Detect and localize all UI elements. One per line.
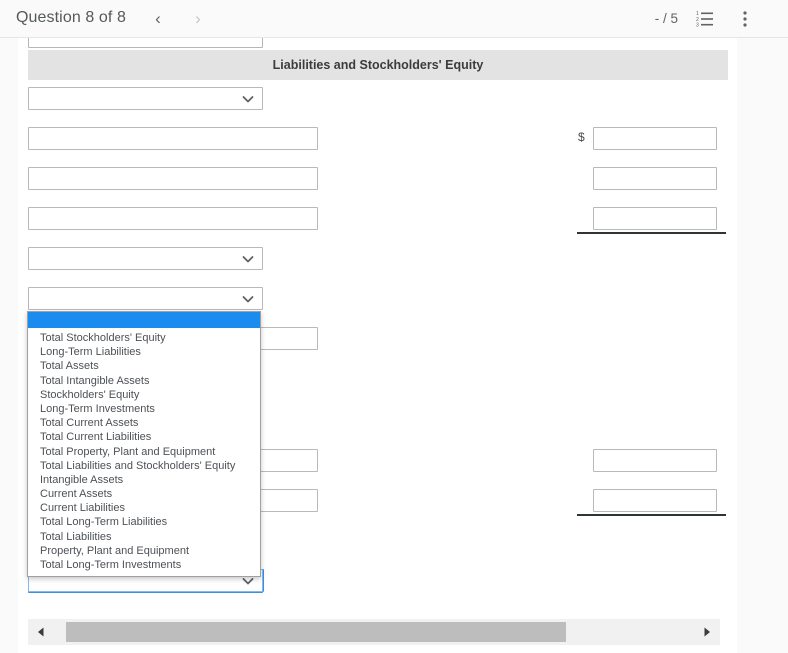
more-vertical-icon[interactable] [733,7,757,31]
amount-input-4[interactable] [593,449,717,472]
chevron-down-icon [241,292,255,306]
svg-text:3: 3 [696,23,699,29]
amount-input-3[interactable] [593,207,717,230]
question-page: Question 8 of 8 ‹ › - / 5 1 2 3 Liabilit… [0,0,788,653]
score-display: - / 5 [654,11,678,26]
dropdown-pad-bottom [28,572,260,576]
chevron-down-icon [241,92,255,106]
dropdown-option[interactable]: Long-Term Liabilities [28,345,260,359]
account-select-open[interactable] [28,287,263,310]
dropdown-option[interactable]: Current Liabilities [28,501,260,515]
account-label-input-3[interactable] [28,207,318,230]
account-dropdown-list[interactable]: Total Stockholders' Equity Long-Term Lia… [27,311,261,578]
amount-input-5[interactable] [593,489,717,512]
balance-sheet-form: Liabilities and Stockholders' Equity $ T… [18,38,737,653]
page-title: Question 8 of 8 [16,9,127,26]
account-select-1[interactable] [28,87,263,110]
dropdown-option[interactable]: Total Intangible Assets [28,374,260,388]
account-label-input-2[interactable] [28,167,318,190]
dropdown-option[interactable]: Total Current Liabilities [28,430,260,444]
chevron-down-icon [241,252,255,266]
dropdown-option[interactable]: Total Liabilities [28,530,260,544]
dropdown-option[interactable]: Property, Plant and Equipment [28,544,260,558]
amount-input-2[interactable] [593,167,717,190]
dropdown-option[interactable]: Intangible Assets [28,473,260,487]
account-select-2[interactable] [28,247,263,270]
total-rule-1 [577,232,726,234]
amount-input-1[interactable] [593,127,717,150]
account-label-input-1[interactable] [28,127,318,150]
dropdown-option[interactable]: Stockholders' Equity [28,388,260,402]
dropdown-option[interactable]: Total Liabilities and Stockholders' Equi… [28,459,260,473]
dropdown-option[interactable]: Total Assets [28,359,260,373]
scrollbar-thumb[interactable] [66,622,566,642]
previous-question-button[interactable]: ‹ [146,7,170,31]
section-header: Liabilities and Stockholders' Equity [28,50,728,80]
dropdown-option-blank[interactable] [28,312,260,328]
dollar-sign: $ [578,130,585,144]
top-bar: Question 8 of 8 ‹ › - / 5 1 2 3 [0,0,788,38]
dropdown-option[interactable]: Total Current Assets [28,416,260,430]
dropdown-option[interactable]: Total Long-Term Investments [28,558,260,572]
scroll-left-arrow-icon[interactable] [28,619,54,645]
sheet-bottom-edge [18,648,737,653]
numbered-list-icon[interactable]: 1 2 3 [693,7,717,31]
dropdown-option[interactable]: Long-Term Investments [28,402,260,416]
horizontal-scrollbar[interactable] [28,619,720,645]
total-rule-2 [577,514,726,516]
scroll-right-arrow-icon[interactable] [694,619,720,645]
dropdown-option[interactable]: Current Assets [28,487,260,501]
next-question-button[interactable]: › [186,7,210,31]
dropdown-option[interactable]: Total Long-Term Liabilities [28,515,260,529]
account-select-scrolled-off[interactable] [28,38,263,48]
dropdown-option[interactable]: Total Stockholders' Equity [28,331,260,345]
dropdown-option[interactable]: Total Property, Plant and Equipment [28,445,260,459]
